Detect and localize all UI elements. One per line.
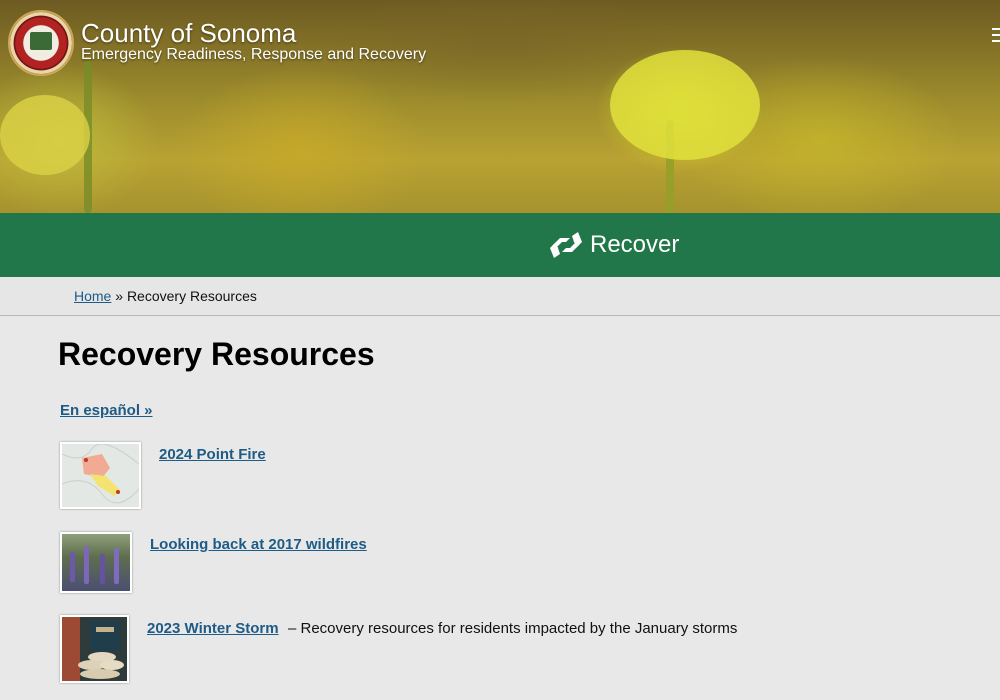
breadcrumb-home-link[interactable]: Home [74, 288, 111, 304]
resource-description-winter-storm: – Recovery resources for residents impac… [288, 620, 738, 637]
map-graphic [62, 444, 139, 507]
phase-bar: Recover [0, 213, 1000, 277]
breadcrumb-separator: » [111, 288, 127, 304]
page-title: Recovery Resources [58, 336, 375, 372]
flowers-graphic [70, 546, 119, 584]
menu-icon-bar [992, 40, 1000, 42]
sandbags-thumbnail[interactable] [60, 615, 129, 683]
phase-label: Recover [590, 231, 680, 258]
handshake-icon [550, 232, 582, 258]
resource-link-winter-storm[interactable]: 2023 Winter Storm [147, 620, 279, 637]
breadcrumb: Home » Recovery Resources [0, 277, 1000, 316]
resource-link-point-fire[interactable]: 2024 Point Fire [159, 446, 266, 463]
lupine-flowers-thumbnail[interactable] [60, 532, 132, 593]
phase-heading: Recover [548, 230, 679, 260]
site-title[interactable]: County of Sonoma [81, 18, 296, 49]
hero-decoration [610, 50, 760, 160]
menu-icon[interactable] [992, 28, 1000, 42]
menu-icon-bar [992, 34, 1000, 36]
spanish-language-link[interactable]: En español » [60, 402, 153, 419]
sandbags-graphic [62, 617, 124, 681]
breadcrumb-current: Recovery Resources [126, 288, 257, 304]
menu-icon-bar [992, 28, 1000, 30]
seal-emblem [30, 32, 52, 50]
hero-banner: County of Sonoma Emergency Readiness, Re… [0, 0, 1000, 213]
breadcrumb-trail: Home » Recovery Resources [74, 288, 257, 304]
site-subtitle: Emergency Readiness, Response and Recove… [81, 46, 427, 63]
county-seal-logo[interactable] [8, 10, 74, 76]
hero-decoration [0, 95, 90, 175]
resource-link-2017-wildfires[interactable]: Looking back at 2017 wildfires [150, 536, 367, 553]
fire-map-thumbnail[interactable] [60, 442, 141, 509]
